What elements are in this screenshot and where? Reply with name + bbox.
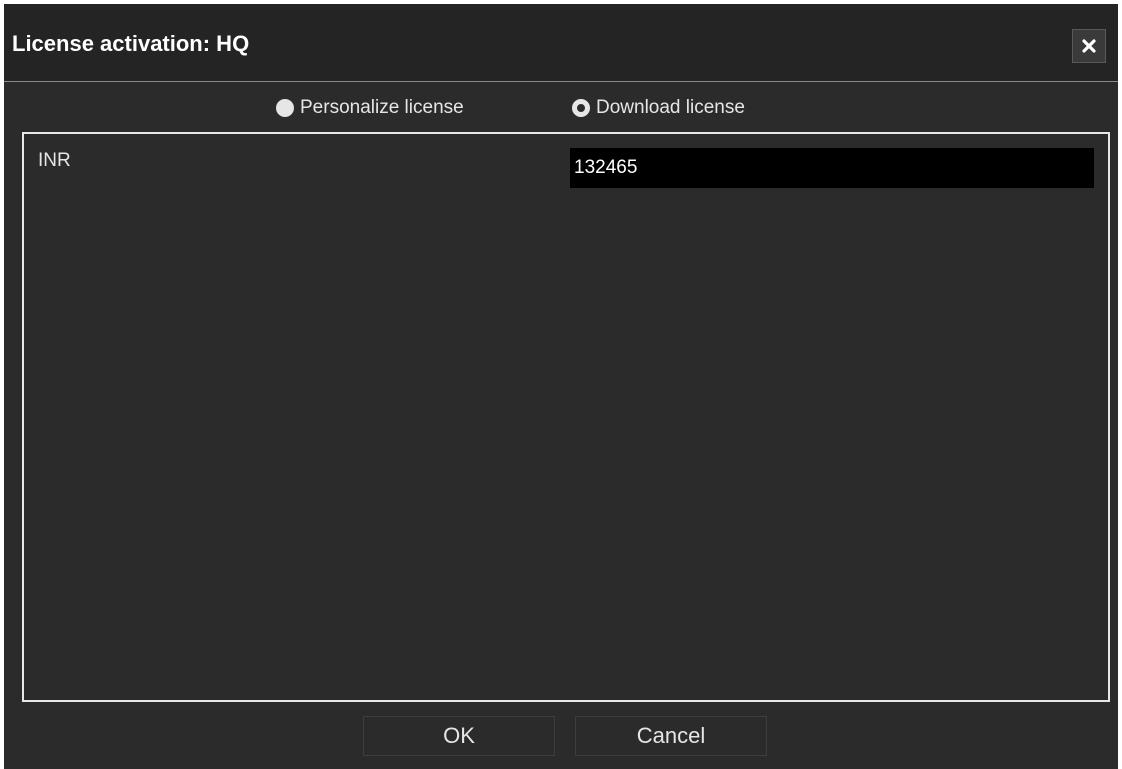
personalize-license-label: Personalize license bbox=[300, 97, 464, 118]
license-mode-selector: Personalize license Download license bbox=[4, 94, 1118, 124]
close-icon bbox=[1081, 38, 1097, 54]
inr-label: INR bbox=[38, 150, 71, 171]
inr-input[interactable] bbox=[570, 148, 1094, 188]
download-license-label: Download license bbox=[596, 97, 745, 118]
radio-checked-icon bbox=[572, 99, 590, 117]
dialog-title: License activation: HQ bbox=[12, 31, 250, 56]
content-panel: INR bbox=[22, 132, 1110, 702]
personalize-license-radio[interactable]: Personalize license bbox=[276, 97, 464, 119]
cancel-button[interactable]: Cancel bbox=[575, 716, 767, 756]
radio-unchecked-icon bbox=[276, 99, 294, 117]
title-bar: License activation: HQ bbox=[4, 4, 1118, 82]
download-license-radio[interactable]: Download license bbox=[572, 97, 745, 119]
close-button[interactable] bbox=[1072, 29, 1106, 63]
ok-button[interactable]: OK bbox=[363, 716, 555, 756]
license-activation-dialog: License activation: HQ Personalize licen… bbox=[4, 4, 1118, 769]
